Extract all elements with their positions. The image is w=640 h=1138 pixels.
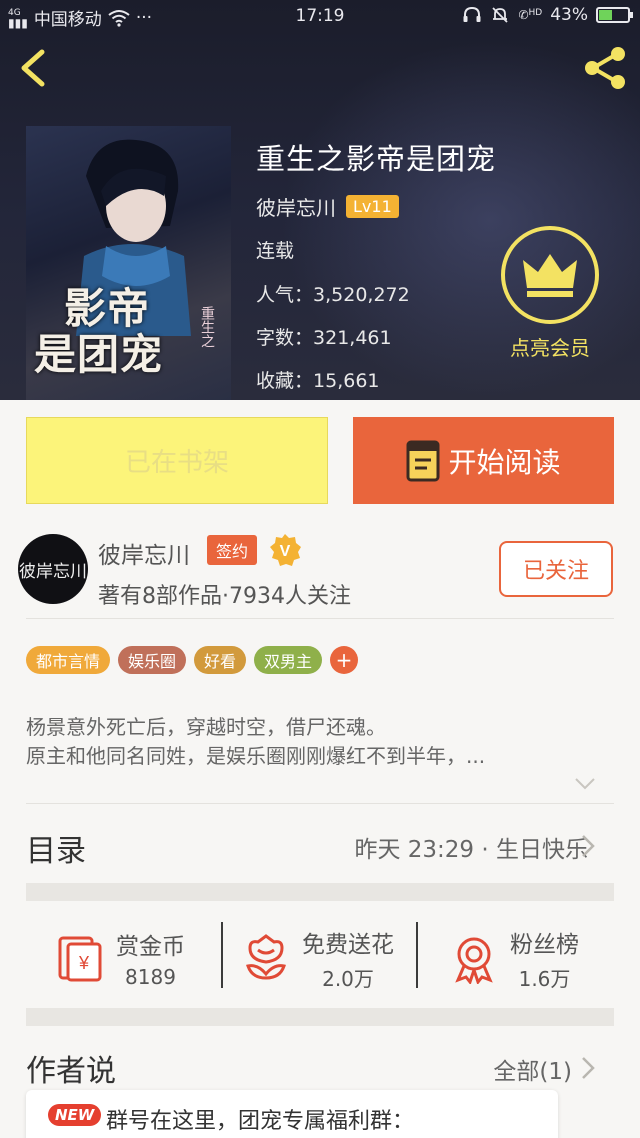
battery-percent: 43% — [550, 5, 588, 25]
section-separator — [26, 883, 614, 901]
author-card-name[interactable]: 彼岸忘川 — [98, 536, 190, 570]
fan-ranking-button[interactable]: 粉丝榜 1.6万 — [448, 922, 579, 994]
divider — [26, 618, 614, 619]
tag-item[interactable]: 都市言情 — [26, 646, 111, 674]
vip-label: 点亮会员 — [510, 336, 590, 360]
chevron-right-icon[interactable] — [580, 834, 596, 858]
verified-badge-icon: V — [270, 534, 301, 566]
new-badge: NEW — [48, 1104, 102, 1126]
start-reading-button[interactable]: 开始阅读 — [353, 417, 614, 504]
flower-icon — [246, 934, 286, 980]
medal-icon — [455, 937, 493, 984]
svg-text:V: V — [280, 543, 291, 560]
favorites-stat: 收藏：15,661 — [256, 370, 380, 392]
cover-title: 影帝 是团宠 — [34, 284, 164, 379]
free-flower-button[interactable]: 免费送花 2.0万 — [240, 922, 394, 994]
reward-label: 粉丝榜 — [510, 931, 579, 958]
chevron-right-icon[interactable] — [580, 1056, 596, 1080]
section-separator — [26, 1008, 614, 1026]
hd-call-icon: ✆HD — [518, 8, 543, 22]
following-button[interactable]: 已关注 — [499, 541, 613, 597]
book-detail-screen: 4G ▮▮▮ 中国移动 ··· 17:19 ✆HD 43% 影帝 是团宠 重生之… — [0, 0, 640, 1138]
author-stats: 著有8部作品·7934人关注 — [98, 584, 351, 609]
book-cover[interactable]: 影帝 是团宠 重生之 — [26, 126, 231, 400]
headset-icon — [463, 6, 481, 22]
chevron-down-icon[interactable] — [574, 776, 596, 792]
reward-coins-button[interactable]: ¥ 赏金币 8189 — [54, 922, 185, 994]
add-tag-button[interactable]: + — [330, 646, 359, 674]
vip-button[interactable]: 点亮会员 — [500, 226, 600, 360]
tag-item[interactable]: 娱乐圈 — [118, 646, 187, 674]
battery-icon — [596, 7, 633, 23]
reward-value: 8189 — [125, 965, 176, 989]
latest-chapter[interactable]: 昨天 23:29 · 生日快乐 — [354, 830, 588, 864]
popularity-stat: 人气：3,520,272 — [256, 284, 410, 306]
reward-label: 赏金币 — [116, 934, 185, 960]
author-post-text: 群号在这里，团宠专属福利群： — [106, 1109, 415, 1134]
divider — [26, 803, 614, 804]
reward-value: 2.0万 — [322, 966, 374, 991]
author-post-card[interactable]: NEW 群号在这里，团宠专属福利群： — [26, 1090, 558, 1138]
signed-badge: 签约 — [207, 535, 258, 565]
author-name[interactable]: 彼岸忘川 — [256, 192, 336, 221]
serial-status: 连载 — [256, 240, 295, 262]
book-icon — [406, 440, 440, 481]
tag-item[interactable]: 好看 — [194, 646, 247, 674]
share-icon[interactable] — [580, 44, 630, 92]
cover-subtitle: 重生之 — [199, 306, 215, 348]
word-count-stat: 字数：321,461 — [256, 327, 392, 349]
author-avatar[interactable]: 彼岸忘川 — [18, 534, 88, 604]
red-envelope-icon: ¥ — [58, 936, 102, 982]
tag-list: 都市言情 娱乐圈 好看 双男主 + — [26, 646, 359, 674]
svg-text:¥: ¥ — [78, 953, 90, 973]
reward-label: 免费送花 — [302, 931, 394, 958]
author-says-all[interactable]: 全部(1) — [493, 1052, 572, 1086]
book-title: 重生之影帝是团宠 — [256, 142, 497, 176]
author-says-title: 作者说 — [26, 1054, 116, 1089]
crown-icon — [501, 226, 599, 324]
back-arrow-icon[interactable] — [14, 46, 54, 90]
mute-bell-icon — [492, 7, 509, 23]
divider — [416, 922, 418, 988]
catalog-title[interactable]: 目录 — [26, 826, 86, 870]
reward-value: 1.6万 — [518, 966, 571, 991]
author-line: 彼岸忘川 Lv11 — [256, 192, 399, 221]
book-header: 4G ▮▮▮ 中国移动 ··· 17:19 ✆HD 43% 影帝 是团宠 重生之… — [0, 0, 640, 400]
in-bookshelf-button[interactable]: 已在书架 — [26, 417, 328, 504]
level-badge: Lv11 — [346, 195, 399, 218]
status-bar: 4G ▮▮▮ 中国移动 ··· 17:19 ✆HD 43% — [0, 0, 640, 32]
divider — [221, 922, 223, 988]
book-description[interactable]: 杨景意外死亡后，穿越时空，借尸还魂。 原主和他同名同姓，是娱乐圈刚刚爆红不到半年… — [26, 713, 596, 771]
tag-item[interactable]: 双男主 — [254, 646, 323, 674]
